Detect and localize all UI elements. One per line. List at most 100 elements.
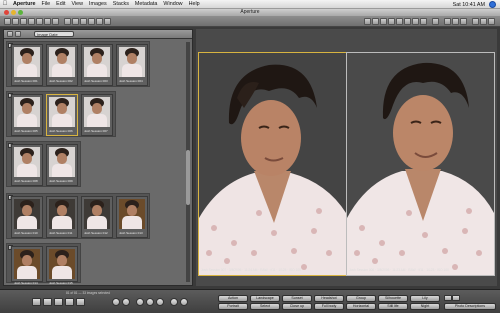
keyword-button[interactable]: Horizontal [346,303,376,310]
thumbnail[interactable]: Josh Session 003 [81,44,113,86]
reject-button[interactable] [112,298,120,306]
thumbnail[interactable]: Josh Session 012 [81,196,113,238]
adjustments-icon[interactable] [480,18,487,25]
menu-item-aperture[interactable]: Aperture [10,1,38,7]
minimize-window-icon[interactable] [11,10,16,15]
stack-icon[interactable] [44,18,51,25]
menu-item-metadata[interactable]: Metadata [132,1,160,7]
face-shape [127,53,137,64]
thumbnail-pick[interactable]: Josh Session 006 [46,94,78,136]
thumbnail[interactable]: Josh Session 009 [46,144,78,186]
spot-patch-icon[interactable] [412,18,419,25]
stack-group[interactable]: 3 Josh Session 008 Josh Session 009 [6,141,81,187]
play-button[interactable] [146,298,154,306]
straighten-icon[interactable] [388,18,395,25]
previous-keyword-set-button[interactable] [444,295,452,301]
keyword-button[interactable]: Action [218,295,248,302]
rating-down-button[interactable] [122,298,130,306]
new-project-icon[interactable] [4,18,11,25]
layout-split-icon[interactable] [460,18,467,25]
rotate-left-button[interactable] [32,298,41,306]
next-image-button[interactable] [156,298,164,306]
light-table-icon[interactable] [104,18,111,25]
keyword-button[interactable]: Sunset [282,295,312,302]
keyword-preset-select[interactable]: Photo Descriptions [444,303,496,310]
previous-image-button[interactable] [136,298,144,306]
viewer-image-selected[interactable]: Josh Session 007 · 3/8/2006 · 11:24 AM ·… [198,52,347,276]
crop-icon[interactable] [396,18,403,25]
shirt-shape [52,64,72,77]
sort-select[interactable]: Image Date [34,31,74,37]
keyword-button[interactable]: Night [410,303,440,310]
compare-icon[interactable] [64,18,71,25]
menu-item-view[interactable]: View [68,1,86,7]
select-button[interactable] [180,298,188,306]
keyword-button[interactable]: Headshot [314,295,344,302]
lift-stamp-icon[interactable] [420,18,427,25]
layout-browser-icon[interactable] [444,18,451,25]
keyword-button[interactable]: Select [250,303,280,310]
export-icon[interactable] [36,18,43,25]
keyword-button[interactable]: Portrait [218,303,248,310]
stack-group[interactable]: 4 Josh Session 010 Josh Session 011 Josh… [6,193,150,239]
thumbnail[interactable]: Josh Session 011 [46,196,78,238]
browser-scroll-thumb[interactable] [186,150,190,205]
keyword-button[interactable]: Landscape [250,295,280,302]
stack-group[interactable]: 1 Josh Session 001 Josh Session 002 Josh… [6,41,150,87]
email-icon[interactable] [72,18,79,25]
print-icon[interactable] [80,18,87,25]
thumbnail[interactable]: Josh Session 004 [116,44,148,86]
rotate-right-icon[interactable] [380,18,387,25]
keyword-button[interactable]: Group [346,295,376,302]
web-gallery-icon[interactable] [88,18,95,25]
new-folder-icon[interactable] [20,18,27,25]
menu-item-help[interactable]: Help [186,1,203,7]
clock[interactable]: Sat 10:41 AM [453,2,485,8]
rating-up-button[interactable] [170,298,178,306]
unstack-icon[interactable] [52,18,59,25]
thumbnail[interactable]: Josh Session 001 [11,44,43,86]
thumbnail[interactable]: Josh Session 014 [11,246,43,285]
red-eye-icon[interactable] [404,18,411,25]
thumbnail-size-button[interactable] [76,298,85,306]
stack-group[interactable]: 5 Josh Session 014 Josh Session 015 [6,243,81,285]
viewer-image-compare[interactable]: Josh Session 006 · 3/8/2006 · 11:23 AM ·… [346,52,495,276]
list-view-button[interactable] [65,298,74,306]
keyword-button[interactable]: Full body [314,303,344,310]
keyword-button[interactable]: Lily [410,295,440,302]
keyword-button[interactable]: Still life [378,303,408,310]
rotate-right-button[interactable] [43,298,52,306]
layout-viewer-icon[interactable] [452,18,459,25]
thumbnail[interactable]: Josh Session 002 [46,44,78,86]
import-icon[interactable] [28,18,35,25]
keyword-button[interactable]: Silhouette [378,295,408,302]
sort-direction-icon[interactable] [7,31,13,37]
thumbnail[interactable]: Josh Session 007 [81,94,113,136]
spotlight-icon[interactable] [489,1,496,8]
stack-group[interactable]: 2 Josh Session 005 Josh Session 006 Josh… [6,91,116,137]
grid-view-button[interactable] [54,298,63,306]
menu-item-stacks[interactable]: Stacks [110,1,132,7]
menu-item-file[interactable]: File [38,1,53,7]
thumbnail[interactable]: Josh Session 008 [11,144,43,186]
fullscreen-icon[interactable] [488,18,495,25]
select-tool-icon[interactable] [364,18,371,25]
book-icon[interactable] [96,18,103,25]
menu-item-window[interactable]: Window [160,1,185,7]
keyword-button[interactable]: Close up [282,303,312,310]
filter-icon[interactable] [15,31,21,37]
inspector-icon[interactable] [472,18,479,25]
menu-item-images[interactable]: Images [86,1,110,7]
close-window-icon[interactable] [4,10,9,15]
rotate-left-icon[interactable] [372,18,379,25]
new-album-icon[interactable] [12,18,19,25]
thumbnail[interactable]: Josh Session 010 [11,196,43,238]
thumbnail[interactable]: Josh Session 015 [46,246,78,285]
apple-menu-icon[interactable]:  [0,1,10,7]
zoom-window-icon[interactable] [18,10,23,15]
thumbnail[interactable]: Josh Session 013 [116,196,148,238]
thumbnail[interactable]: Josh Session 005 [11,94,43,136]
next-keyword-set-button[interactable] [452,295,460,301]
menu-item-edit[interactable]: Edit [53,1,68,7]
loupe-icon[interactable] [432,18,439,25]
